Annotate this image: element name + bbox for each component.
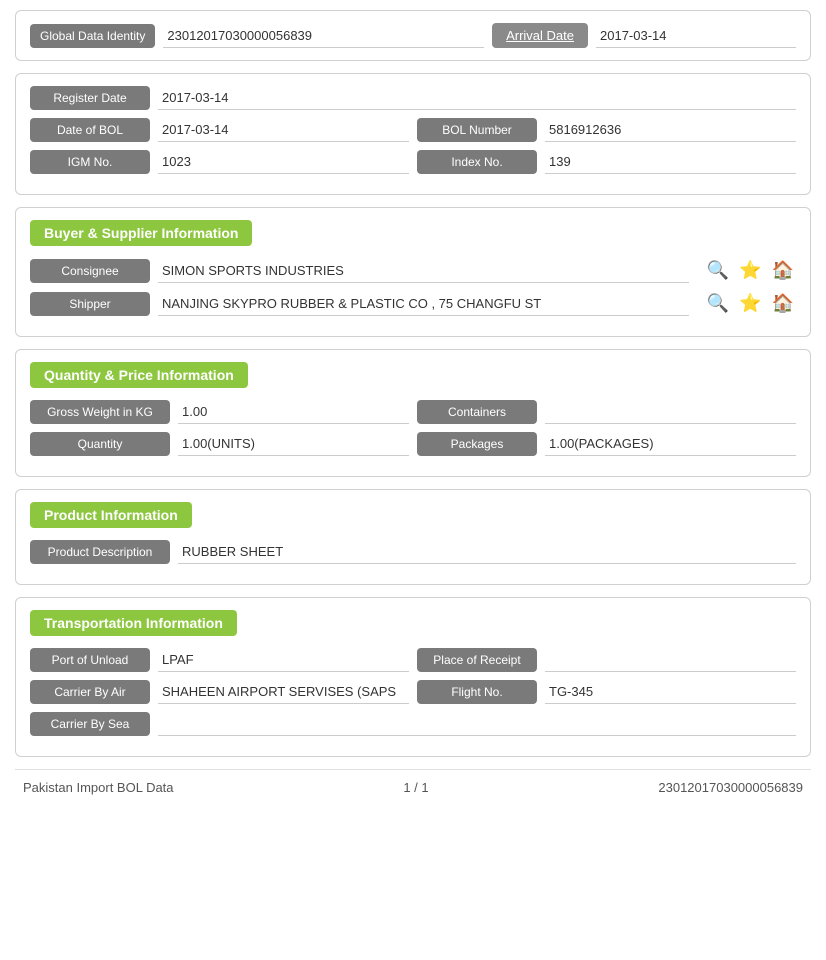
product-desc-value: RUBBER SHEET xyxy=(178,540,796,564)
bol-number-label: BOL Number xyxy=(417,118,537,142)
global-data-identity-label: Global Data Identity xyxy=(30,24,155,48)
flight-no-label: Flight No. xyxy=(417,680,537,704)
product-info-card: Product Information Product Description … xyxy=(15,489,811,585)
carrier-sea-row: Carrier By Sea xyxy=(30,712,796,736)
place-of-receipt-value xyxy=(545,648,796,672)
date-of-bol-group: Date of BOL 2017-03-14 xyxy=(30,118,409,142)
index-no-value: 139 xyxy=(545,150,796,174)
shipper-search-icon[interactable]: 🔍 xyxy=(705,291,731,316)
shipper-star-icon[interactable]: ⭐ xyxy=(737,291,763,316)
quantity-label: Quantity xyxy=(30,432,170,456)
arrival-date-value: 2017-03-14 xyxy=(596,24,796,48)
carrier-by-air-group: Carrier By Air SHAHEEN AIRPORT SERVISES … xyxy=(30,680,409,704)
consignee-label: Consignee xyxy=(30,259,150,283)
index-no-label: Index No. xyxy=(417,150,537,174)
product-desc-label: Product Description xyxy=(30,540,170,564)
buyer-supplier-card: Buyer & Supplier Information Consignee S… xyxy=(15,207,811,337)
consignee-icons: 🔍 ⭐ 🏠 xyxy=(705,258,796,283)
igm-no-value: 1023 xyxy=(158,150,409,174)
quantity-value: 1.00(UNITS) xyxy=(178,432,409,456)
register-date-label: Register Date xyxy=(30,86,150,110)
shipper-value: NANJING SKYPRO RUBBER & PLASTIC CO , 75 … xyxy=(158,292,689,316)
packages-value: 1.00(PACKAGES) xyxy=(545,432,796,456)
arrival-date-button[interactable]: Arrival Date xyxy=(492,23,588,48)
igm-no-label: IGM No. xyxy=(30,150,150,174)
consignee-row: Consignee SIMON SPORTS INDUSTRIES 🔍 ⭐ 🏠 xyxy=(30,258,796,283)
quantity-price-header: Quantity & Price Information xyxy=(30,362,248,388)
carrier-air-flight-row: Carrier By Air SHAHEEN AIRPORT SERVISES … xyxy=(30,680,796,704)
buyer-supplier-header: Buyer & Supplier Information xyxy=(30,220,252,246)
registration-card: Register Date 2017-03-14 Date of BOL 201… xyxy=(15,73,811,195)
consignee-value: SIMON SPORTS INDUSTRIES xyxy=(158,259,689,283)
bol-number-value: 5816912636 xyxy=(545,118,796,142)
date-of-bol-value: 2017-03-14 xyxy=(158,118,409,142)
packages-group: Packages 1.00(PACKAGES) xyxy=(417,432,796,456)
gross-containers-row: Gross Weight in KG 1.00 Containers xyxy=(30,400,796,424)
global-identity-card: Global Data Identity 2301201703000005683… xyxy=(15,10,811,61)
date-of-bol-label: Date of BOL xyxy=(30,118,150,142)
footer: Pakistan Import BOL Data 1 / 1 230120170… xyxy=(15,769,811,805)
transportation-card: Transportation Information Port of Unloa… xyxy=(15,597,811,757)
shipper-icons: 🔍 ⭐ 🏠 xyxy=(705,291,796,316)
consignee-home-icon[interactable]: 🏠 xyxy=(770,258,796,283)
product-info-header: Product Information xyxy=(30,502,192,528)
place-of-receipt-label: Place of Receipt xyxy=(417,648,537,672)
consignee-search-icon[interactable]: 🔍 xyxy=(705,258,731,283)
bol-number-group: BOL Number 5816912636 xyxy=(417,118,796,142)
place-of-receipt-group: Place of Receipt xyxy=(417,648,796,672)
quantity-group: Quantity 1.00(UNITS) xyxy=(30,432,409,456)
shipper-label: Shipper xyxy=(30,292,150,316)
gross-weight-value: 1.00 xyxy=(178,400,409,424)
igm-no-group: IGM No. 1023 xyxy=(30,150,409,174)
shipper-home-icon[interactable]: 🏠 xyxy=(770,291,796,316)
port-of-unload-value: LPAF xyxy=(158,648,409,672)
transportation-header: Transportation Information xyxy=(30,610,237,636)
footer-page-info: 1 / 1 xyxy=(403,780,428,795)
containers-group: Containers xyxy=(417,400,796,424)
flight-no-group: Flight No. TG-345 xyxy=(417,680,796,704)
packages-label: Packages xyxy=(417,432,537,456)
port-of-unload-group: Port of Unload LPAF xyxy=(30,648,409,672)
footer-right-id: 23012017030000056839 xyxy=(658,780,803,795)
containers-value xyxy=(545,400,796,424)
carrier-by-sea-label: Carrier By Sea xyxy=(30,712,150,736)
gross-weight-group: Gross Weight in KG 1.00 xyxy=(30,400,409,424)
register-date-value: 2017-03-14 xyxy=(158,86,796,110)
product-desc-row: Product Description RUBBER SHEET xyxy=(30,540,796,564)
bol-row: Date of BOL 2017-03-14 BOL Number 581691… xyxy=(30,118,796,142)
quantity-price-card: Quantity & Price Information Gross Weigh… xyxy=(15,349,811,477)
carrier-by-air-label: Carrier By Air xyxy=(30,680,150,704)
igm-index-row: IGM No. 1023 Index No. 139 xyxy=(30,150,796,174)
global-id-row: Global Data Identity 2301201703000005683… xyxy=(30,23,796,48)
footer-left-text: Pakistan Import BOL Data xyxy=(23,780,174,795)
register-date-row: Register Date 2017-03-14 xyxy=(30,86,796,110)
carrier-by-sea-value xyxy=(158,712,796,736)
flight-no-value: TG-345 xyxy=(545,680,796,704)
containers-label: Containers xyxy=(417,400,537,424)
gross-weight-label: Gross Weight in KG xyxy=(30,400,170,424)
shipper-row: Shipper NANJING SKYPRO RUBBER & PLASTIC … xyxy=(30,291,796,316)
port-of-unload-label: Port of Unload xyxy=(30,648,150,672)
index-no-group: Index No. 139 xyxy=(417,150,796,174)
carrier-by-air-value: SHAHEEN AIRPORT SERVISES (SAPS xyxy=(158,680,409,704)
consignee-star-icon[interactable]: ⭐ xyxy=(737,258,763,283)
quantity-packages-row: Quantity 1.00(UNITS) Packages 1.00(PACKA… xyxy=(30,432,796,456)
global-data-identity-value: 23012017030000056839 xyxy=(163,24,484,48)
port-place-row: Port of Unload LPAF Place of Receipt xyxy=(30,648,796,672)
